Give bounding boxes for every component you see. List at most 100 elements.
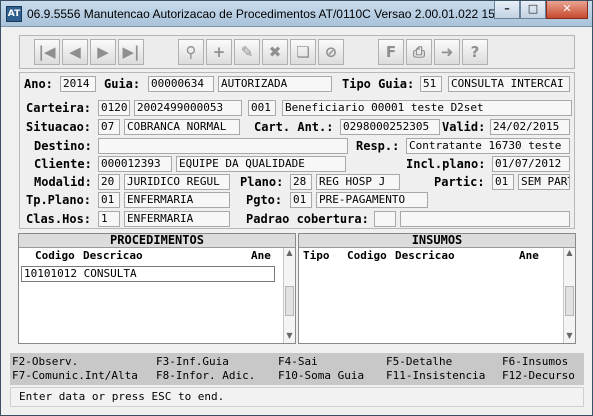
f3-key[interactable]: F3-Inf.Guia: [156, 355, 229, 368]
col-descricao: Descricao: [395, 249, 455, 262]
padrao-cobertura-desc-field: [400, 211, 570, 227]
modalid-field[interactable]: 20: [98, 174, 120, 190]
insumos-panel: INSUMOS Tipo Codigo Descricao Ane ▲ ▼: [298, 233, 576, 344]
clas-hos-label: Clas.Hos:: [26, 212, 92, 226]
close-button[interactable]: ✕: [546, 1, 588, 19]
situacao-field[interactable]: 07: [98, 119, 120, 135]
clas-hos-field[interactable]: 1: [98, 211, 120, 227]
tipo-guia-desc-field: CONSULTA INTERCAI: [448, 76, 570, 92]
tp-plano-desc-field: ENFERMARIA: [124, 192, 230, 208]
incl-plano-field[interactable]: 01/07/2012: [492, 156, 570, 172]
tp-plano-field[interactable]: 01: [98, 192, 120, 208]
padrao-cobertura-field[interactable]: [374, 211, 396, 227]
clas-hos-desc-field: ENFERMARIA: [124, 211, 230, 227]
tp-plano-label: Tp.Plano:: [26, 193, 92, 207]
col-tipo: Tipo: [303, 249, 330, 262]
modalid-label: Modalid:: [34, 175, 92, 189]
tipo-guia-field[interactable]: 51: [420, 76, 442, 92]
help-icon[interactable]: ?: [462, 39, 488, 65]
guia-label: Guia:: [104, 77, 141, 91]
carteira-unidade-field[interactable]: 0120: [98, 100, 130, 116]
col-codigo: Codigo: [35, 249, 75, 262]
f2-key[interactable]: F2-Observ.: [12, 355, 78, 368]
app-icon: AT: [6, 6, 22, 22]
delete-icon[interactable]: ✖: [262, 39, 288, 65]
maximize-button[interactable]: □: [520, 1, 546, 19]
scroll-thumb[interactable]: [565, 286, 574, 316]
plano-field[interactable]: 28: [290, 174, 312, 190]
resp-label: Resp.:: [356, 139, 400, 153]
cliente-desc-field: EQUIPE DA QUALIDADE: [176, 156, 346, 172]
col-codigo: Codigo: [347, 249, 387, 262]
insumos-header: Tipo Codigo Descricao Ane: [299, 248, 575, 262]
guia-status-field: AUTORIZADA: [218, 76, 332, 92]
first-record-icon[interactable]: |◀: [34, 39, 60, 65]
guia-field[interactable]: 00000634: [148, 76, 214, 92]
scroll-up-icon[interactable]: ▲: [284, 248, 295, 260]
valid-field[interactable]: 24/02/2015: [490, 119, 570, 135]
f10-key[interactable]: F10-Soma Guia: [278, 369, 364, 382]
cart-ant-field[interactable]: 0298000252305: [340, 119, 440, 135]
scroll-down-icon[interactable]: ▼: [284, 331, 295, 343]
carteira-numero-field[interactable]: 2002499000053: [134, 100, 242, 116]
situacao-desc-field: COBRANCA NORMAL: [124, 119, 240, 135]
modalid-desc-field: JURIDICO REGUL: [124, 174, 230, 190]
partic-field[interactable]: 01: [492, 174, 514, 190]
scroll-thumb[interactable]: [285, 286, 294, 316]
print-icon[interactable]: ⎙: [406, 39, 432, 65]
previous-record-icon[interactable]: ◀: [62, 39, 88, 65]
f7-key[interactable]: F7-Comunic.Int/Alta: [12, 369, 138, 382]
filter-icon[interactable]: F: [378, 39, 404, 65]
scroll-down-icon[interactable]: ▼: [564, 331, 575, 343]
procedimento-row[interactable]: 10101012 CONSULTA: [21, 266, 275, 282]
guide-form: Ano: 2014 Guia: 00000634 AUTORIZADA Tipo…: [19, 72, 575, 229]
f11-key[interactable]: F11-Insistencia: [386, 369, 485, 382]
beneficiario-field: Beneficiario 00001 teste D2set: [282, 100, 572, 116]
title-bar: AT 06.9.5556 Manutencao Autorizacao de P…: [1, 1, 592, 27]
col-descricao: Descricao: [83, 249, 143, 262]
procedimentos-header: Codigo Descricao Ane: [19, 248, 295, 262]
procedimentos-panel: PROCEDIMENTOS Codigo Descricao Ane 10101…: [18, 233, 296, 344]
padrao-cobertura-label: Padrao cobertura:: [246, 212, 369, 226]
cliente-label: Cliente:: [34, 157, 92, 171]
procedimentos-title: PROCEDIMENTOS: [19, 234, 295, 248]
incl-plano-label: Incl.plano:: [406, 157, 486, 171]
col-ane: Ane: [519, 249, 539, 262]
cart-ant-label: Cart. Ant.:: [254, 120, 334, 134]
insumos-scrollbar[interactable]: ▲ ▼: [563, 248, 575, 343]
carteira-label: Carteira:: [26, 101, 92, 115]
partic-desc-field: SEM PARTIC: [518, 174, 570, 190]
f5-key[interactable]: F5-Detalhe: [386, 355, 452, 368]
search-icon[interactable]: ⚲: [178, 39, 204, 65]
pgto-label: Pgto:: [246, 193, 283, 207]
ano-field[interactable]: 2014: [60, 76, 96, 92]
partic-label: Partic:: [434, 175, 485, 189]
cancel-icon[interactable]: ⊘: [318, 39, 344, 65]
add-icon[interactable]: +: [206, 39, 232, 65]
col-ane: Ane: [251, 249, 271, 262]
app-window: AT 06.9.5556 Manutencao Autorizacao de P…: [0, 0, 593, 416]
situacao-label: Situacao:: [26, 120, 92, 134]
destino-field[interactable]: [98, 138, 348, 154]
window-title: 06.9.5556 Manutencao Autorizacao de Proc…: [27, 7, 517, 21]
f12-key[interactable]: F12-Decurso: [502, 369, 575, 382]
valid-label: Valid:: [442, 120, 486, 134]
f4-key[interactable]: F4-Sai: [278, 355, 318, 368]
plano-desc-field: REG HOSP J: [316, 174, 400, 190]
procedimentos-scrollbar[interactable]: ▲ ▼: [283, 248, 295, 343]
last-record-icon[interactable]: ▶|: [118, 39, 144, 65]
edit-icon[interactable]: ✎: [234, 39, 260, 65]
f8-key[interactable]: F8-Infor. Adic.: [156, 369, 255, 382]
f6-key[interactable]: F6-Insumos: [502, 355, 568, 368]
pgto-field[interactable]: 01: [290, 192, 312, 208]
cliente-field[interactable]: 000012393: [98, 156, 172, 172]
scroll-up-icon[interactable]: ▲: [564, 248, 575, 260]
destino-label: Destino:: [34, 139, 92, 153]
minimize-button[interactable]: –: [494, 1, 520, 19]
status-message: Enter data or press ESC to end.: [10, 387, 584, 407]
copy-icon[interactable]: ❏: [290, 39, 316, 65]
next-record-icon[interactable]: ▶: [90, 39, 116, 65]
carteira-digito-field[interactable]: 001: [248, 100, 276, 116]
exit-icon[interactable]: ➜: [434, 39, 460, 65]
resp-field: Contratante 16730 teste: [406, 138, 570, 154]
